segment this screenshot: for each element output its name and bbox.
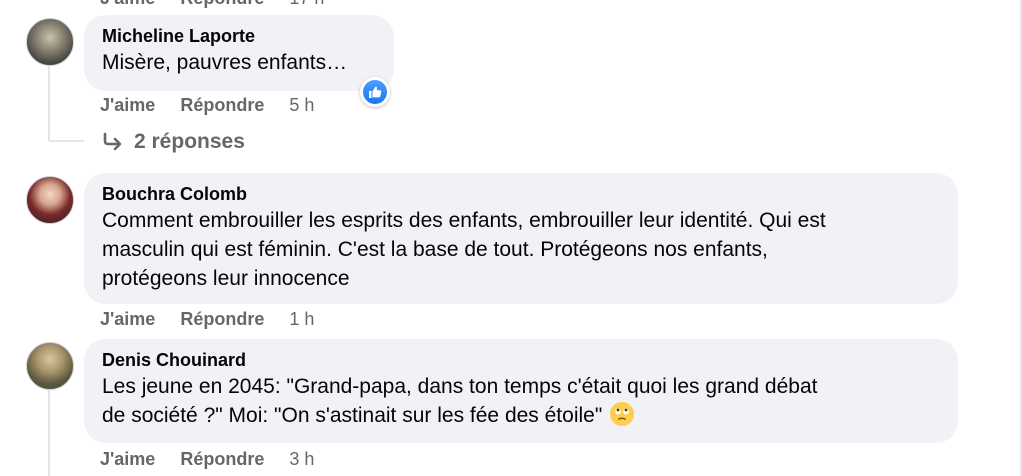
avatar-denis[interactable] — [26, 342, 74, 390]
comment-text-line: de société ?" Moi: "On s'astinait sur le… — [102, 404, 603, 427]
avatar-micheline[interactable] — [26, 18, 74, 66]
reply-button[interactable]: Répondre — [180, 309, 264, 329]
comment-author[interactable]: Bouchra Colomb — [102, 182, 940, 206]
comment-bubble: Denis Chouinard Les jeune en 2045: "Gran… — [84, 339, 958, 443]
thread-line — [48, 390, 50, 476]
comment-author[interactable]: Micheline Laporte — [102, 24, 376, 48]
comment-text-line-with-emoji: de société ?" Moi: "On s'astinait sur le… — [102, 402, 940, 430]
timestamp[interactable]: 1 h — [289, 309, 314, 329]
comment-bubble: Micheline Laporte Misère, pauvres enfant… — [84, 15, 394, 91]
avatar-bouchra[interactable] — [26, 176, 74, 224]
thread-line — [48, 66, 50, 140]
like-button[interactable]: J'aime — [100, 449, 155, 469]
comment-actions: J'aime Répondre 1 h — [100, 309, 314, 330]
comment-text-line: protégeons leur innocence — [102, 267, 350, 290]
reply-arrow-icon — [103, 132, 122, 151]
previous-comment-actions: J'aime Répondre 17 h — [100, 0, 344, 9]
comment-text-line: Les jeune en 2045: "Grand-papa, dans ton… — [102, 375, 818, 398]
thread-line-curve — [48, 140, 84, 142]
comment-actions: J'aime Répondre 5 h — [100, 95, 314, 116]
reply-button[interactable]: Répondre — [180, 0, 264, 8]
like-reaction-icon[interactable] — [360, 77, 390, 107]
face-with-rolling-eyes-icon — [610, 402, 635, 426]
comment-text-line: masculin qui est féminin. C'est la base … — [102, 238, 768, 261]
reply-button[interactable]: Répondre — [180, 95, 264, 115]
comment-author[interactable]: Denis Chouinard — [102, 348, 940, 372]
like-button[interactable]: J'aime — [100, 309, 155, 329]
comment-text: Misère, pauvres enfants… — [102, 51, 348, 74]
comment-bubble: Bouchra Colomb Comment embrouiller les e… — [84, 173, 958, 304]
like-button[interactable]: J'aime — [100, 0, 155, 8]
timestamp[interactable]: 5 h — [289, 95, 314, 115]
timestamp[interactable]: 17 h — [289, 0, 324, 8]
timestamp[interactable]: 3 h — [289, 449, 314, 469]
comment-actions: J'aime Répondre 3 h — [100, 449, 314, 470]
view-replies-link[interactable]: 2 réponses — [102, 130, 245, 154]
comment-text-line: Comment embrouiller les esprits des enfa… — [102, 209, 826, 232]
replies-count[interactable]: 2 réponses — [134, 130, 245, 154]
like-button[interactable]: J'aime — [100, 95, 155, 115]
reply-button[interactable]: Répondre — [180, 449, 264, 469]
